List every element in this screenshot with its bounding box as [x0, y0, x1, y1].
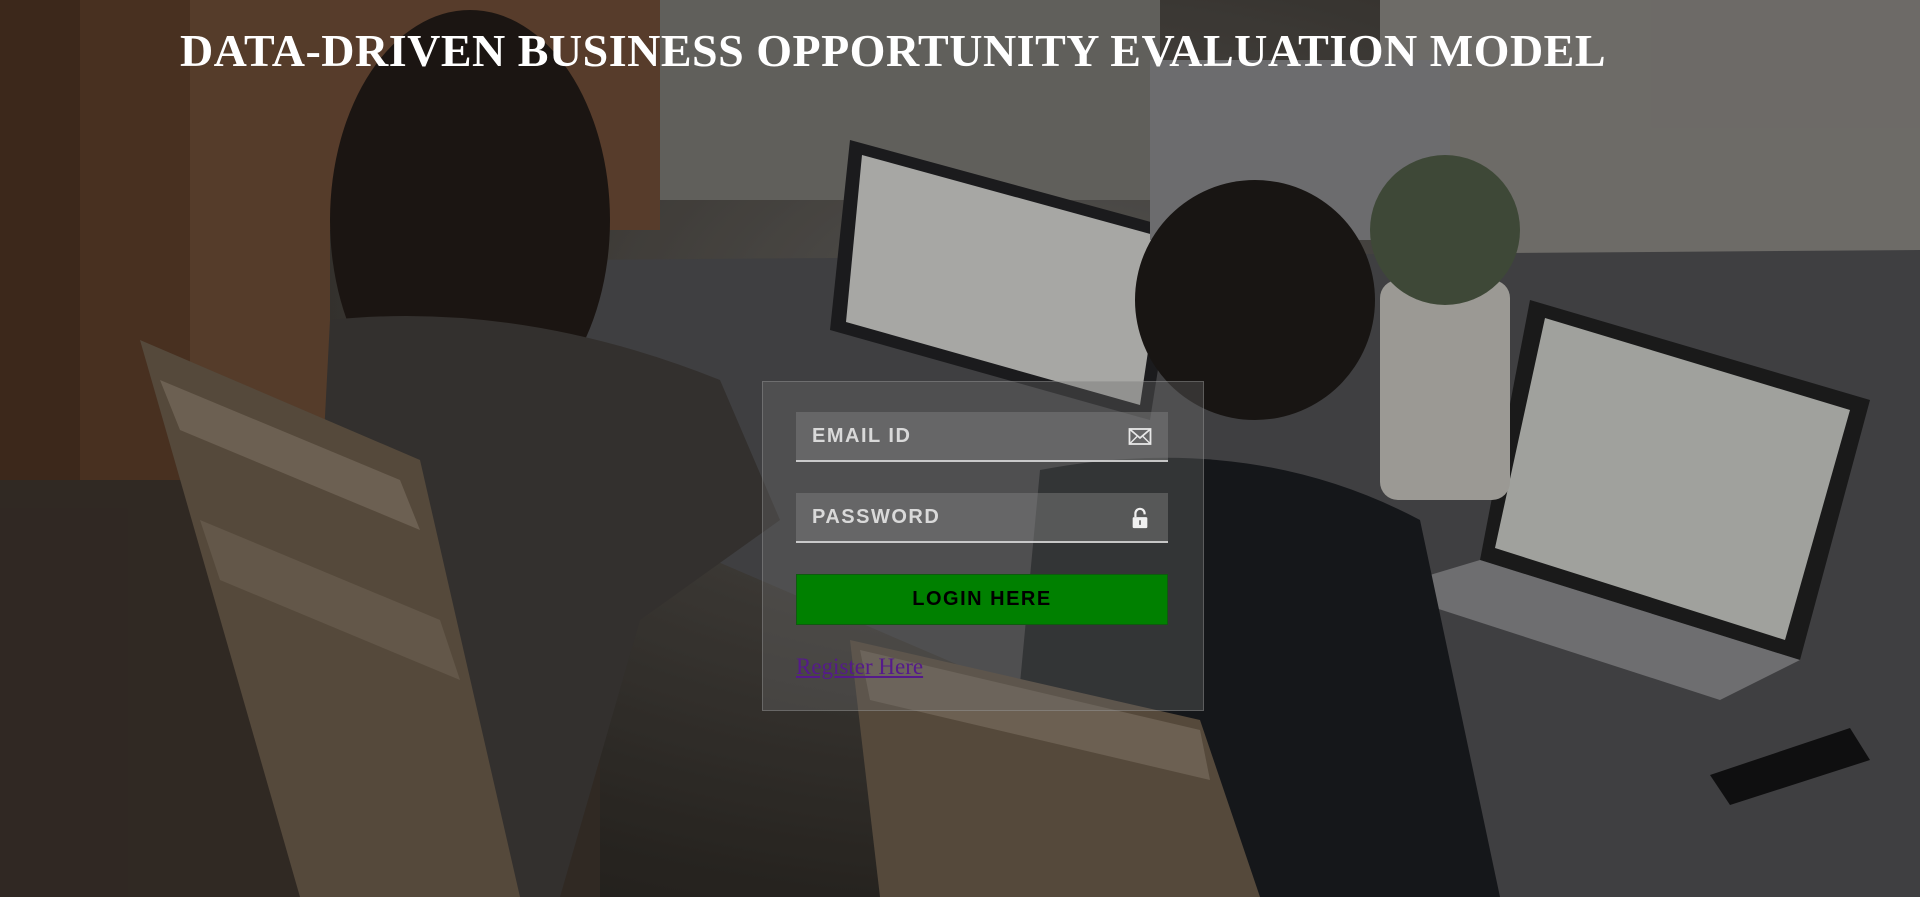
password-input[interactable]	[796, 493, 1116, 541]
login-form: LOGIN HERE Register Here	[762, 381, 1204, 711]
email-field-container	[796, 412, 1168, 462]
register-link[interactable]: Register Here	[796, 654, 923, 680]
email-input[interactable]	[796, 412, 1116, 460]
password-field-container	[796, 493, 1168, 543]
padlock-icon	[1132, 507, 1148, 529]
page-title: DATA-DRIVEN BUSINESS OPPORTUNITY EVALUAT…	[179, 25, 1607, 76]
envelope-icon	[1128, 428, 1152, 445]
login-button[interactable]: LOGIN HERE	[796, 574, 1168, 625]
